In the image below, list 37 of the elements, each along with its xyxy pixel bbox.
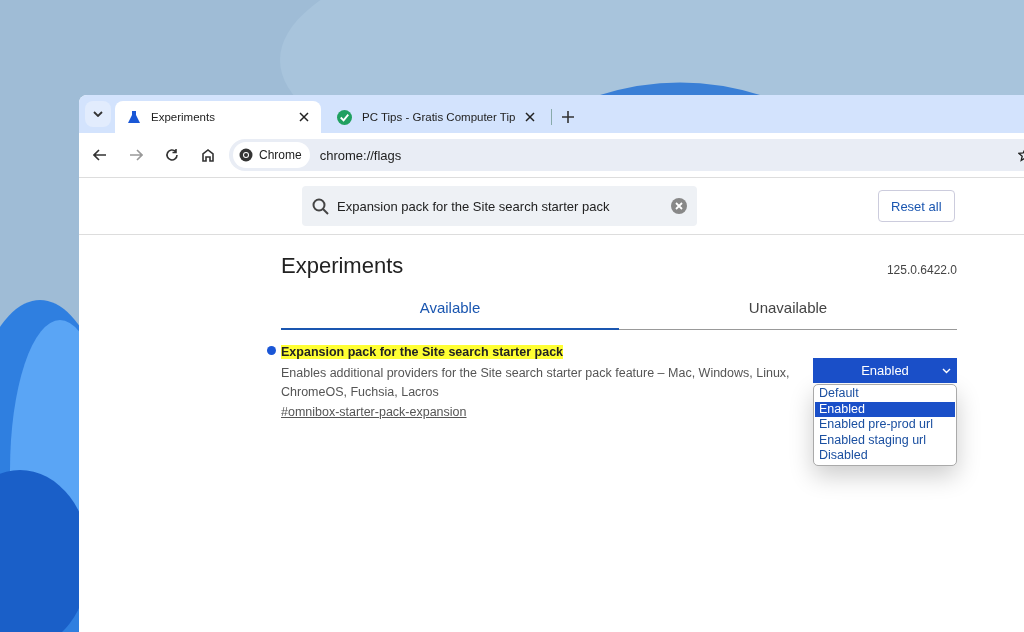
version-text: 125.0.6422.0: [886, 263, 957, 277]
page-tab[interactable]: Unavailable: [619, 299, 957, 330]
dropdown-option[interactable]: Enabled pre-prod url: [815, 417, 955, 433]
tab-title: PC Tips - Gratis Computer Tip: [362, 111, 516, 123]
clear-icon[interactable]: [671, 198, 687, 214]
address-bar[interactable]: Chrome chrome://flags: [229, 139, 1024, 171]
url-text: chrome://flags: [319, 147, 403, 163]
tab-search-button[interactable]: [85, 101, 111, 127]
forward-icon[interactable]: [129, 149, 143, 161]
tab-title: Experiments: [151, 111, 216, 123]
reset-all-button[interactable]: Reset all: [878, 190, 955, 222]
flask-icon: [127, 110, 141, 124]
home-icon[interactable]: [201, 148, 215, 162]
dropdown-option[interactable]: Enabled: [815, 401, 955, 417]
flag-description: Enables additional providers for the Site search starter pack feature – Mac, Windows, Linux, ChromeOS, Fuchsia, Lacros: [281, 365, 791, 401]
flag-link[interactable]: #omnibox-starter-pack-expansion: [281, 405, 467, 419]
search-icon: [312, 197, 329, 215]
modified-dot: [267, 346, 276, 355]
browser-tab[interactable]: Experiments: [115, 101, 321, 133]
flag-select[interactable]: Enabled: [813, 358, 957, 383]
chevron-down-icon: [93, 111, 103, 117]
reload-icon[interactable]: [165, 148, 179, 162]
page-title: Experiments: [281, 253, 404, 279]
browser-tab[interactable]: PC Tips - Gratis Computer Tip: [325, 101, 548, 133]
dropdown-option[interactable]: Disabled: [815, 448, 955, 464]
check-icon: [337, 109, 352, 125]
dropdown-option[interactable]: Enabled staging url: [815, 432, 955, 448]
site-chip[interactable]: Chrome: [233, 142, 310, 168]
back-icon[interactable]: [93, 149, 107, 161]
caret-icon: [942, 368, 951, 374]
flag-title: Expansion pack for the Site search starter pack: [281, 345, 564, 359]
close-icon[interactable]: [525, 112, 536, 122]
close-icon[interactable]: [299, 112, 309, 122]
page-tab[interactable]: Available: [281, 299, 619, 330]
dropdown-option[interactable]: Default: [815, 386, 955, 402]
search-field[interactable]: Expansion pack for the Site search starter pack: [302, 186, 697, 226]
new-tab-icon[interactable]: [562, 111, 575, 123]
